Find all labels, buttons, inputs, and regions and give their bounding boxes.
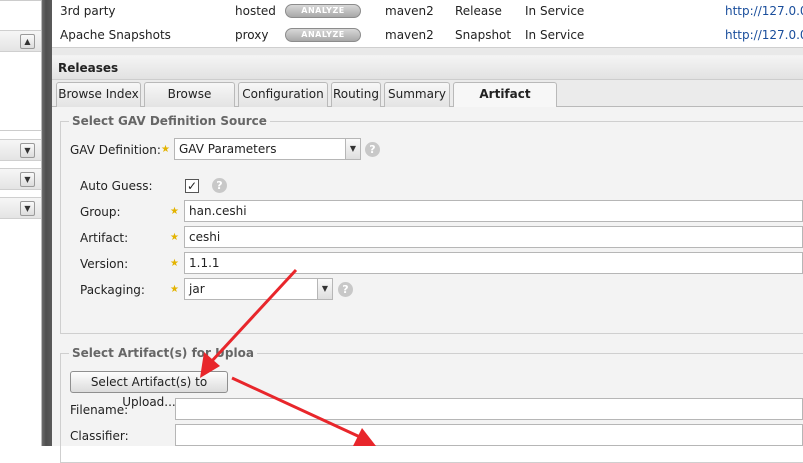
- repo-name: Apache Snapshots: [60, 28, 171, 42]
- packaging-label: Packaging:: [80, 283, 145, 297]
- version-label: Version:: [80, 257, 129, 271]
- chevron-down-icon[interactable]: ▼: [20, 143, 35, 158]
- panel-title: Releases: [52, 56, 803, 80]
- repo-format: maven2: [385, 28, 434, 42]
- help-icon[interactable]: ?: [338, 282, 353, 297]
- repo-status: In Service: [525, 28, 585, 42]
- repo-url-link[interactable]: http://127.0.0.1:8: [725, 4, 803, 18]
- required-icon: ★: [170, 284, 179, 295]
- repo-name: 3rd party: [60, 4, 116, 18]
- chevron-down-icon[interactable]: ▼: [317, 279, 332, 299]
- group-label: Group:: [80, 205, 121, 219]
- tab-browse-index[interactable]: Browse Index: [56, 82, 141, 107]
- gav-definition-value: GAV Parameters: [179, 142, 277, 156]
- classifier-field[interactable]: [175, 424, 803, 446]
- help-icon[interactable]: ?: [365, 142, 380, 157]
- repo-policy: Release: [455, 4, 502, 18]
- chevron-down-icon[interactable]: ▼: [20, 172, 35, 187]
- repo-url-link[interactable]: http://127.0.0.1:8: [725, 28, 803, 42]
- tab-browse-storage[interactable]: Browse Storage: [144, 82, 235, 124]
- packaging-select[interactable]: jar ▼: [184, 278, 333, 300]
- auto-guess-checkbox[interactable]: ✓: [185, 179, 199, 193]
- gav-definition-label: GAV Definition:: [70, 143, 161, 157]
- left-panel-content: ▲ ▼ ▼ ▼: [0, 0, 41, 446]
- auto-guess-label: Auto Guess:: [80, 179, 153, 193]
- fieldset-legend: Select Artifact(s) for Uploa: [69, 346, 257, 360]
- chevron-down-icon[interactable]: ▼: [20, 201, 35, 216]
- repo-format: maven2: [385, 4, 434, 18]
- select-artifacts-button[interactable]: Select Artifact(s) to Upload...: [70, 371, 228, 409]
- table-footer: [52, 47, 803, 55]
- required-icon: ★: [161, 144, 170, 155]
- tab-configuration[interactable]: Configuration: [238, 82, 328, 107]
- repo-type: proxy: [235, 28, 269, 42]
- artifact-upload-form: Select GAV Definition Source GAV Definit…: [52, 107, 803, 463]
- gav-definition-select[interactable]: GAV Parameters ▼: [174, 138, 361, 160]
- left-panel-section-header[interactable]: ▼: [0, 197, 41, 219]
- left-panel-section-header[interactable]: ▼: [0, 168, 41, 190]
- divider: [0, 0, 41, 1]
- analyze-button[interactable]: ANALYZE: [285, 4, 361, 18]
- artifact-field[interactable]: ceshi: [184, 226, 803, 248]
- repo-status: In Service: [525, 4, 585, 18]
- help-icon[interactable]: ?: [212, 178, 227, 193]
- main-area: 3rd party hosted ANALYZE maven2 Release …: [52, 0, 803, 463]
- table-row[interactable]: 3rd party hosted ANALYZE maven2 Release …: [52, 0, 803, 24]
- required-icon: ★: [170, 232, 179, 243]
- splitter[interactable]: [42, 0, 52, 446]
- repo-type: hosted: [235, 4, 276, 18]
- tab-routing[interactable]: Routing: [331, 82, 381, 107]
- table-row[interactable]: Apache Snapshots proxy ANALYZE maven2 Sn…: [52, 24, 803, 48]
- chevron-down-icon[interactable]: ▼: [345, 139, 360, 159]
- classifier-label: Classifier:: [70, 429, 129, 443]
- filename-field[interactable]: [175, 398, 803, 420]
- left-navigation-panel: ▲ ▼ ▼ ▼: [0, 0, 42, 446]
- repository-table: 3rd party hosted ANALYZE maven2 Release …: [52, 0, 803, 47]
- analyze-button[interactable]: ANALYZE: [285, 28, 361, 42]
- tab-bar: Browse Index Browse Storage Configuratio…: [52, 80, 803, 124]
- filename-label: Filename:: [70, 403, 129, 417]
- repo-policy: Snapshot: [455, 28, 512, 42]
- version-field[interactable]: 1.1.1: [184, 252, 803, 274]
- required-icon: ★: [170, 206, 179, 217]
- artifact-label: Artifact:: [80, 231, 129, 245]
- group-field[interactable]: han.ceshi: [184, 200, 803, 222]
- left-panel-section-header[interactable]: ▲: [0, 30, 41, 52]
- left-panel-section-header[interactable]: ▼: [0, 139, 41, 161]
- tab-artifact-upload[interactable]: Artifact Upload: [453, 82, 557, 124]
- fieldset-legend: Select GAV Definition Source: [69, 114, 270, 128]
- tab-summary[interactable]: Summary: [384, 82, 450, 107]
- divider: [0, 130, 41, 131]
- packaging-value: jar: [189, 282, 205, 296]
- chevron-up-icon[interactable]: ▲: [20, 34, 35, 49]
- required-icon: ★: [170, 258, 179, 269]
